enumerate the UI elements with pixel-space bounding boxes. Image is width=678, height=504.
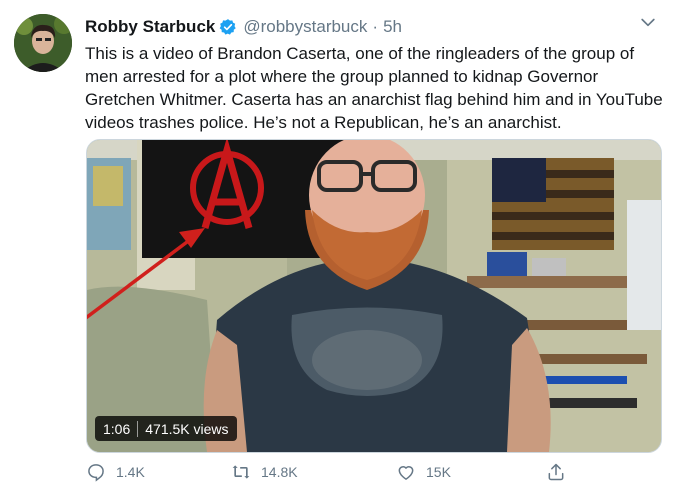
video-badge: 1:06 471.5K views	[95, 416, 237, 441]
tweet-text: This is a video of Brandon Caserta, one …	[85, 44, 663, 132]
share-button[interactable]	[546, 462, 576, 482]
retweet-count: 14.8K	[261, 464, 298, 480]
video-frame	[87, 140, 661, 452]
retweet-icon	[232, 465, 250, 479]
avatar-image	[14, 14, 72, 72]
wall-flag	[492, 158, 614, 250]
chevron-down-icon[interactable]	[638, 12, 658, 32]
badge-divider	[137, 420, 139, 437]
tweet-actions: 1.4K 14.8K 15K	[86, 462, 566, 486]
tweet: Robby Starbuck @robbystarbuck · 5h This …	[0, 0, 678, 504]
reply-count: 1.4K	[116, 464, 145, 480]
video-duration: 1:06	[103, 420, 131, 437]
like-icon	[398, 466, 414, 480]
reply-button[interactable]: 1.4K	[86, 462, 145, 482]
share-icon	[548, 463, 564, 481]
verified-badge-icon	[220, 19, 237, 35]
video-views: 471.5K views	[145, 420, 229, 437]
video-player[interactable]	[86, 139, 662, 453]
tweet-time[interactable]: 5h	[383, 17, 402, 37]
separator-dot: ·	[372, 17, 379, 36]
tweet-header: Robby Starbuck @robbystarbuck · 5h	[85, 16, 658, 38]
author-handle[interactable]: @robbystarbuck	[243, 17, 367, 37]
author-name[interactable]: Robby Starbuck	[85, 17, 215, 37]
like-button[interactable]: 15K	[396, 462, 451, 482]
reply-icon	[88, 464, 104, 482]
like-count: 15K	[426, 464, 451, 480]
avatar[interactable]	[14, 14, 72, 72]
retweet-button[interactable]: 14.8K	[231, 462, 298, 482]
